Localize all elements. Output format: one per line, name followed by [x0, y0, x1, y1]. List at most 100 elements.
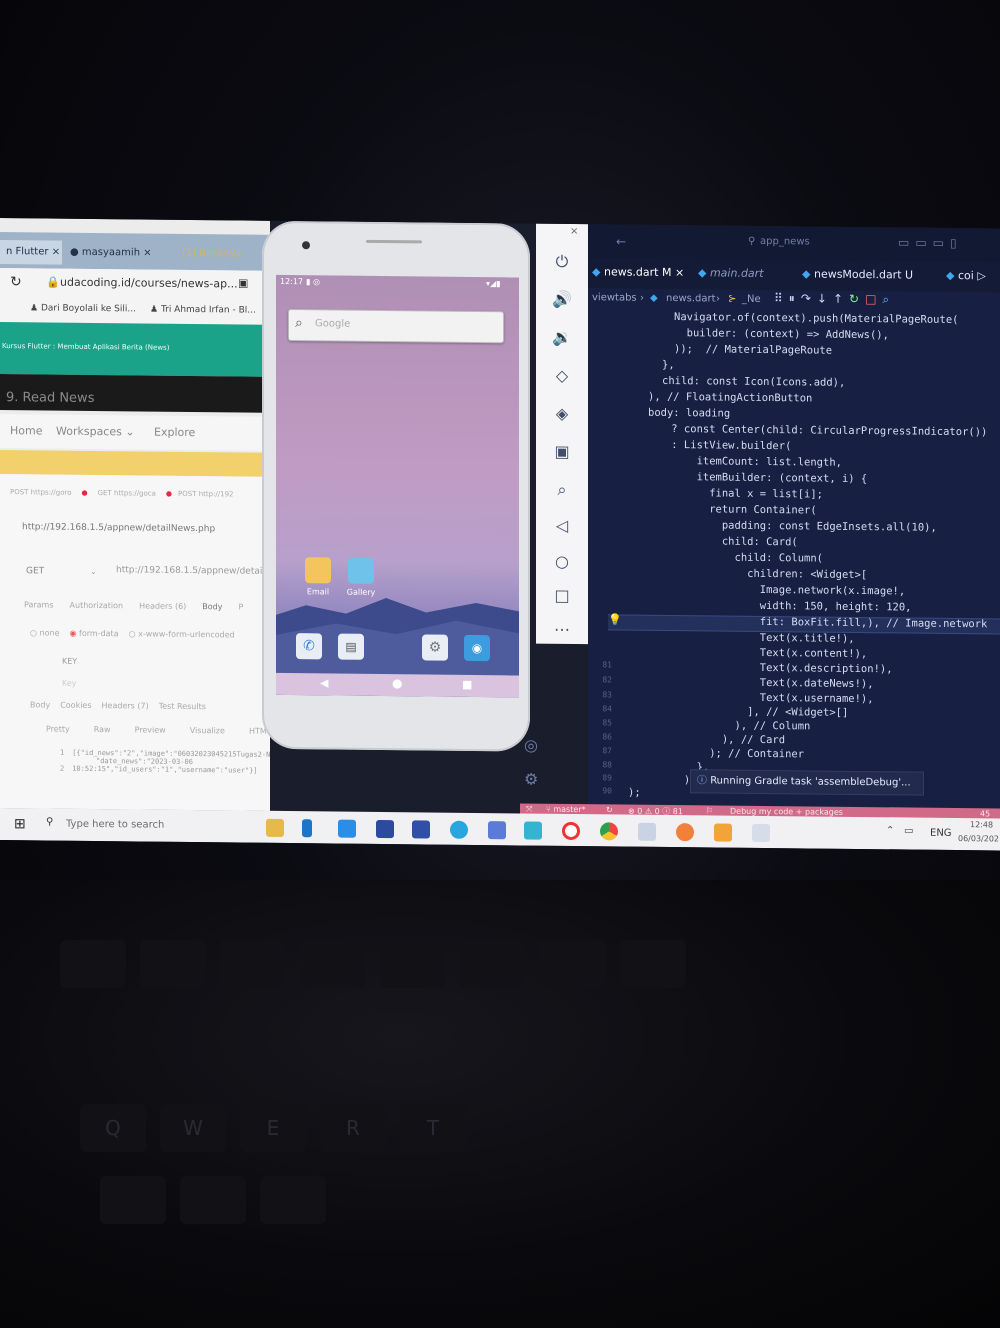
tab-body[interactable]: Body: [202, 602, 222, 611]
request-tab[interactable]: POST http://192: [178, 490, 233, 499]
tab-pre-request[interactable]: P: [239, 602, 244, 611]
layout-icon[interactable]: ▭▭▭▯: [898, 235, 963, 250]
opera-icon[interactable]: [562, 821, 580, 841]
home-icon[interactable]: ●: [392, 676, 402, 690]
breadcrumb-symbol[interactable]: _Ne: [742, 294, 761, 305]
tab-overflow[interactable]: ◆ coi ▷: [946, 269, 986, 282]
settings-gear-icon[interactable]: ⚙: [524, 769, 538, 788]
rotate-right-icon[interactable]: ◈: [550, 402, 574, 426]
radio-urlencoded[interactable]: ○ x-www-form-urlencoded: [129, 629, 235, 639]
tab-news-dart[interactable]: ◆ news.dart M ×: [592, 265, 684, 279]
breadcrumb-file[interactable]: news.dart: [666, 293, 716, 305]
chrome-icon[interactable]: [600, 822, 618, 841]
app-taskbar-icon[interactable]: [638, 822, 656, 841]
clock-date[interactable]: 06/03/202: [958, 834, 999, 843]
tab-cookies[interactable]: Cookies: [60, 701, 91, 710]
close-icon[interactable]: ×: [52, 247, 60, 258]
bookmark-item[interactable]: ♟ Dari Boyolali ke Sili...: [30, 303, 136, 314]
key-input[interactable]: Key: [62, 679, 77, 688]
account-icon[interactable]: ◎: [524, 735, 538, 754]
branch-indicator[interactable]: ⑂ master*: [546, 805, 586, 814]
emulator-taskbar-icon[interactable]: [524, 821, 542, 840]
clock-time[interactable]: 12:48: [970, 820, 993, 829]
tab-test-results[interactable]: Test Results: [159, 702, 206, 711]
tab-response-body[interactable]: Body: [30, 700, 50, 709]
settings-app-icon[interactable]: ⚙: [422, 634, 448, 661]
request-tab[interactable]: GET https://goca: [98, 489, 156, 498]
tab-params[interactable]: Params: [24, 600, 54, 609]
stop-icon[interactable]: □: [865, 292, 882, 306]
recents-icon[interactable]: ■: [462, 678, 472, 691]
reload-icon[interactable]: ↻: [10, 274, 22, 290]
language-indicator[interactable]: ENG: [930, 828, 952, 839]
step-into-icon[interactable]: ↓: [817, 292, 833, 306]
extension-icon[interactable]: ▣: [238, 276, 248, 289]
nav-workspaces[interactable]: Workspaces ⌄: [56, 425, 135, 439]
method-select[interactable]: GET: [26, 566, 44, 576]
app-taskbar-icon[interactable]: [376, 819, 394, 839]
lightbulb-icon[interactable]: 💡: [608, 613, 622, 626]
breadcrumb-folder[interactable]: viewtabs: [592, 292, 637, 303]
camera-app-icon[interactable]: ◉: [464, 634, 490, 662]
rotate-left-icon[interactable]: ◇: [550, 364, 574, 388]
tab-preview[interactable]: Preview: [135, 725, 166, 734]
tab-raw[interactable]: Raw: [94, 725, 111, 734]
drag-handle-icon[interactable]: ⠿: [774, 291, 789, 305]
zoom-icon[interactable]: ⌕: [550, 478, 574, 502]
tab-visualize[interactable]: Visualize: [190, 726, 225, 735]
volume-up-icon[interactable]: 🔊: [550, 288, 574, 312]
overview-icon[interactable]: □: [550, 584, 574, 608]
windows-start-icon[interactable]: ⊞: [14, 816, 26, 832]
power-icon[interactable]: ⏻: [550, 250, 574, 274]
chevron-right-icon[interactable]: ▷: [977, 269, 985, 282]
tab-pretty[interactable]: Pretty: [46, 724, 70, 733]
telegram-icon[interactable]: [450, 820, 468, 839]
bookmark-item[interactable]: ♟ Tri Ahmad Irfan - Bl...: [150, 305, 256, 316]
screenshot-icon[interactable]: ▣: [550, 440, 574, 464]
tab-response-headers[interactable]: Headers (7): [102, 701, 149, 710]
browser-tab[interactable]: ● masyaamih ×: [64, 241, 166, 266]
file-explorer-icon[interactable]: [266, 818, 284, 837]
request-tab[interactable]: POST https://goro: [10, 488, 72, 497]
browser-tab[interactable]: n Flutter ×: [0, 240, 62, 265]
radio-none[interactable]: ○ none: [30, 628, 60, 637]
close-icon[interactable]: ×: [570, 226, 578, 237]
close-icon[interactable]: ×: [143, 248, 151, 259]
home-icon[interactable]: ○: [550, 550, 574, 574]
nav-explore[interactable]: Explore: [154, 426, 195, 439]
app-taskbar-icon[interactable]: [488, 821, 506, 840]
address-bar[interactable]: ↻ 🔒 udacoding.id/courses/news-ap... ▣: [0, 268, 270, 299]
store-icon[interactable]: [302, 819, 312, 838]
back-icon[interactable]: ◁: [550, 514, 574, 538]
close-icon[interactable]: ×: [675, 266, 684, 279]
tab-main-dart[interactable]: ◆ main.dart: [698, 266, 764, 280]
request-url-input[interactable]: http://192.168.1.5/appnew/detailNew: [116, 565, 270, 577]
sync-icon[interactable]: ↻: [606, 805, 613, 814]
browser-tab[interactable]: (1) Beranda: [176, 242, 270, 267]
step-over-icon[interactable]: ↷: [801, 291, 817, 305]
vscode-taskbar-icon[interactable]: [338, 819, 356, 838]
radio-form-data[interactable]: ◉ form-data: [70, 629, 119, 639]
pause-icon[interactable]: ⏸: [789, 291, 801, 305]
chevron-up-icon[interactable]: ⌃: [886, 825, 894, 836]
status-right-item[interactable]: 45: [980, 809, 990, 818]
inspect-icon[interactable]: ⌕: [882, 292, 895, 306]
taskbar-search-input[interactable]: Type here to search: [66, 819, 164, 831]
messages-app-icon[interactable]: ▤: [338, 633, 364, 660]
back-icon[interactable]: ◀: [320, 676, 328, 689]
phone-app-icon[interactable]: ✆: [296, 633, 322, 660]
mail-icon[interactable]: [714, 823, 732, 842]
nav-home[interactable]: Home: [10, 424, 42, 437]
back-arrow-icon[interactable]: ←: [616, 234, 626, 248]
google-search-bar[interactable]: ⌕ Google: [288, 309, 504, 344]
tab-headers[interactable]: Headers (6): [139, 601, 186, 610]
step-out-icon[interactable]: ↑: [833, 292, 849, 306]
restart-icon[interactable]: ↻: [849, 292, 865, 306]
tab-newsmodel-dart[interactable]: ◆ newsModel.dart U: [802, 267, 913, 281]
tab-authorization[interactable]: Authorization: [70, 601, 124, 611]
volume-down-icon[interactable]: 🔉: [550, 326, 574, 350]
more-icon[interactable]: ⋯: [550, 618, 574, 642]
app-taskbar-icon[interactable]: [752, 823, 770, 843]
keyboard-icon[interactable]: ▭: [904, 825, 913, 836]
app-taskbar-icon[interactable]: [412, 820, 430, 839]
